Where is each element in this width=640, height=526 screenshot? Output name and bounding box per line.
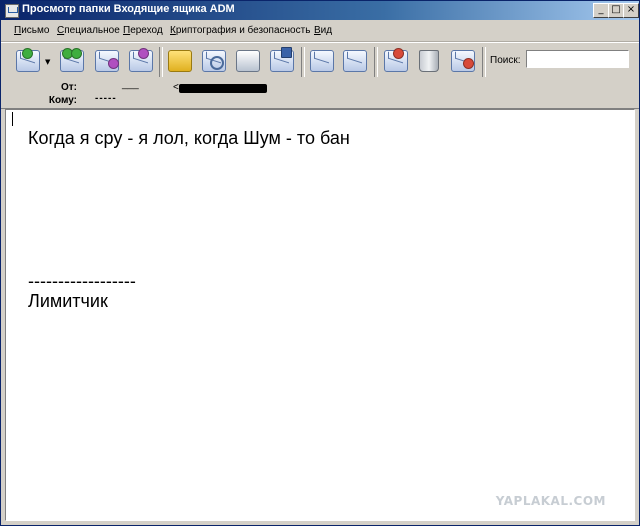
- from-label: От:: [60, 82, 77, 93]
- chevron-down-icon[interactable]: ▼: [45, 58, 50, 66]
- watermark: YAPLAKAL.COM: [495, 494, 606, 508]
- message-text-line: Когда я сру - я лол, когда Шум - то бан: [28, 128, 350, 148]
- print-icon: [236, 50, 260, 72]
- from-value-bracket: <: [173, 82, 179, 93]
- to-value: -----: [95, 93, 117, 104]
- receive-mail-button[interactable]: [13, 46, 41, 76]
- text-caret: [12, 112, 13, 126]
- menu-item-view[interactable]: Вид: [314, 25, 332, 36]
- delete-message-button[interactable]: [448, 46, 476, 76]
- redacted-sender: [179, 84, 267, 93]
- previous-message-icon: [310, 50, 334, 72]
- search-input[interactable]: [526, 50, 629, 68]
- next-message-button[interactable]: [340, 46, 368, 76]
- menu-item-go[interactable]: Переход: [123, 25, 163, 36]
- mark-delete-button[interactable]: [381, 46, 409, 76]
- forward-button[interactable]: [126, 46, 154, 76]
- message-body[interactable]: Когда я сру - я лол, когда Шум - то бан …: [5, 109, 635, 521]
- address-book-icon: [168, 50, 192, 72]
- receive-all-button[interactable]: [57, 46, 85, 76]
- print-button[interactable]: [233, 46, 261, 76]
- mail-viewer-window: Просмотр папки Входящие ящика ADM _ □ × …: [0, 0, 640, 526]
- trash-icon: [419, 50, 439, 72]
- app-icon: [5, 4, 19, 18]
- to-label: Кому:: [48, 95, 77, 106]
- from-value-prefix: ___: [122, 79, 139, 90]
- search-label: Поиск:: [490, 55, 521, 66]
- message-separator: ------------------: [28, 271, 136, 291]
- find-button[interactable]: [199, 46, 227, 76]
- reply-button[interactable]: [92, 46, 120, 76]
- trash-button[interactable]: [414, 46, 442, 76]
- message-signature: Лимитчик: [28, 291, 108, 311]
- maximize-button[interactable]: □: [608, 3, 624, 18]
- window-title: Просмотр папки Входящие ящика ADM: [22, 3, 235, 15]
- menu-item-crypto[interactable]: Криптография и безопасность: [170, 25, 310, 36]
- next-message-icon: [343, 50, 367, 72]
- previous-message-button[interactable]: [307, 46, 335, 76]
- menu-item-special[interactable]: Специальное: [57, 25, 120, 36]
- message-header: От: ___ < Кому: -----: [1, 79, 639, 109]
- address-book-button[interactable]: [165, 46, 193, 76]
- minimize-button[interactable]: _: [593, 3, 609, 18]
- menu-item-letter[interactable]: Письмо: [14, 25, 49, 36]
- close-button[interactable]: ×: [623, 3, 639, 18]
- menu-bar: Письмо Специальное Переход Криптография …: [1, 21, 639, 42]
- save-button[interactable]: [267, 46, 295, 76]
- title-bar: Просмотр папки Входящие ящика ADM _ □ ×: [1, 1, 639, 20]
